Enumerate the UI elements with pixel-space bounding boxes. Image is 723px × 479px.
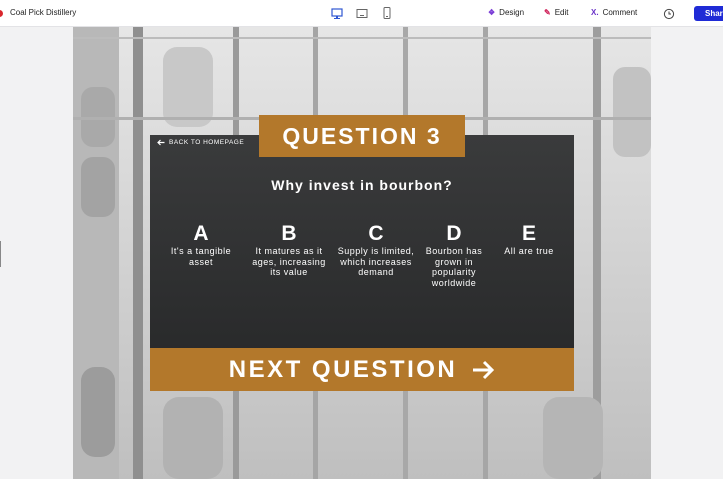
next-question-label: NEXT QUESTION [228, 355, 458, 383]
option-c[interactable]: C Supply is limited, which increases dem… [336, 222, 416, 278]
option-e[interactable]: E All are true [489, 222, 569, 257]
edit-icon: ✎ [544, 8, 551, 17]
option-text: All are true [504, 246, 554, 256]
next-question-button[interactable]: NEXT QUESTION [150, 348, 574, 391]
arrow-left-icon [157, 139, 165, 146]
comment-button[interactable]: X. Comment [591, 8, 637, 17]
app-logo-icon [0, 10, 3, 17]
option-letter: C [368, 222, 384, 245]
tablet-icon[interactable] [356, 7, 368, 19]
option-b[interactable]: B It matures as it ages, increasing its … [249, 222, 329, 278]
option-text: It's a tangible asset [170, 246, 232, 267]
option-letter: E [521, 222, 536, 245]
history-icon[interactable] [663, 7, 675, 20]
top-toolbar: Coal Pick Distillery ❖ Design ✎ Edit X. … [0, 0, 723, 27]
question-number-badge: QUESTION 3 [259, 115, 465, 157]
question-text: Why invest in bourbon? [271, 177, 453, 193]
option-a[interactable]: A It's a tangible asset [161, 222, 241, 267]
back-to-homepage-link[interactable]: BACK TO HOMEPAGE [157, 139, 244, 146]
option-letter: B [281, 222, 297, 245]
option-letter: A [193, 222, 209, 245]
comment-icon: X. [591, 8, 599, 17]
design-button[interactable]: ❖ Design [488, 8, 524, 17]
option-letter: D [446, 222, 462, 245]
edit-button[interactable]: ✎ Edit [544, 8, 569, 17]
option-text: Supply is limited, which increases deman… [337, 246, 415, 277]
share-button[interactable]: Share [694, 6, 723, 21]
design-label: Design [499, 8, 525, 17]
app-title: Coal Pick Distillery [10, 8, 77, 17]
option-d[interactable]: D Bourbon has grown in popularity worldw… [414, 222, 494, 288]
mobile-icon[interactable] [381, 7, 393, 19]
back-label: BACK TO HOMEPAGE [169, 139, 245, 146]
canvas-edge-marker [0, 241, 1, 267]
comment-label: Comment [602, 8, 638, 17]
edit-label: Edit [554, 8, 569, 17]
desktop-icon[interactable] [331, 7, 343, 19]
design-icon: ❖ [488, 8, 496, 17]
option-text: It matures as it ages, increasing its va… [252, 246, 326, 277]
arrow-right-icon [473, 360, 495, 379]
option-text: Bourbon has grown in popularity worldwid… [425, 246, 483, 288]
